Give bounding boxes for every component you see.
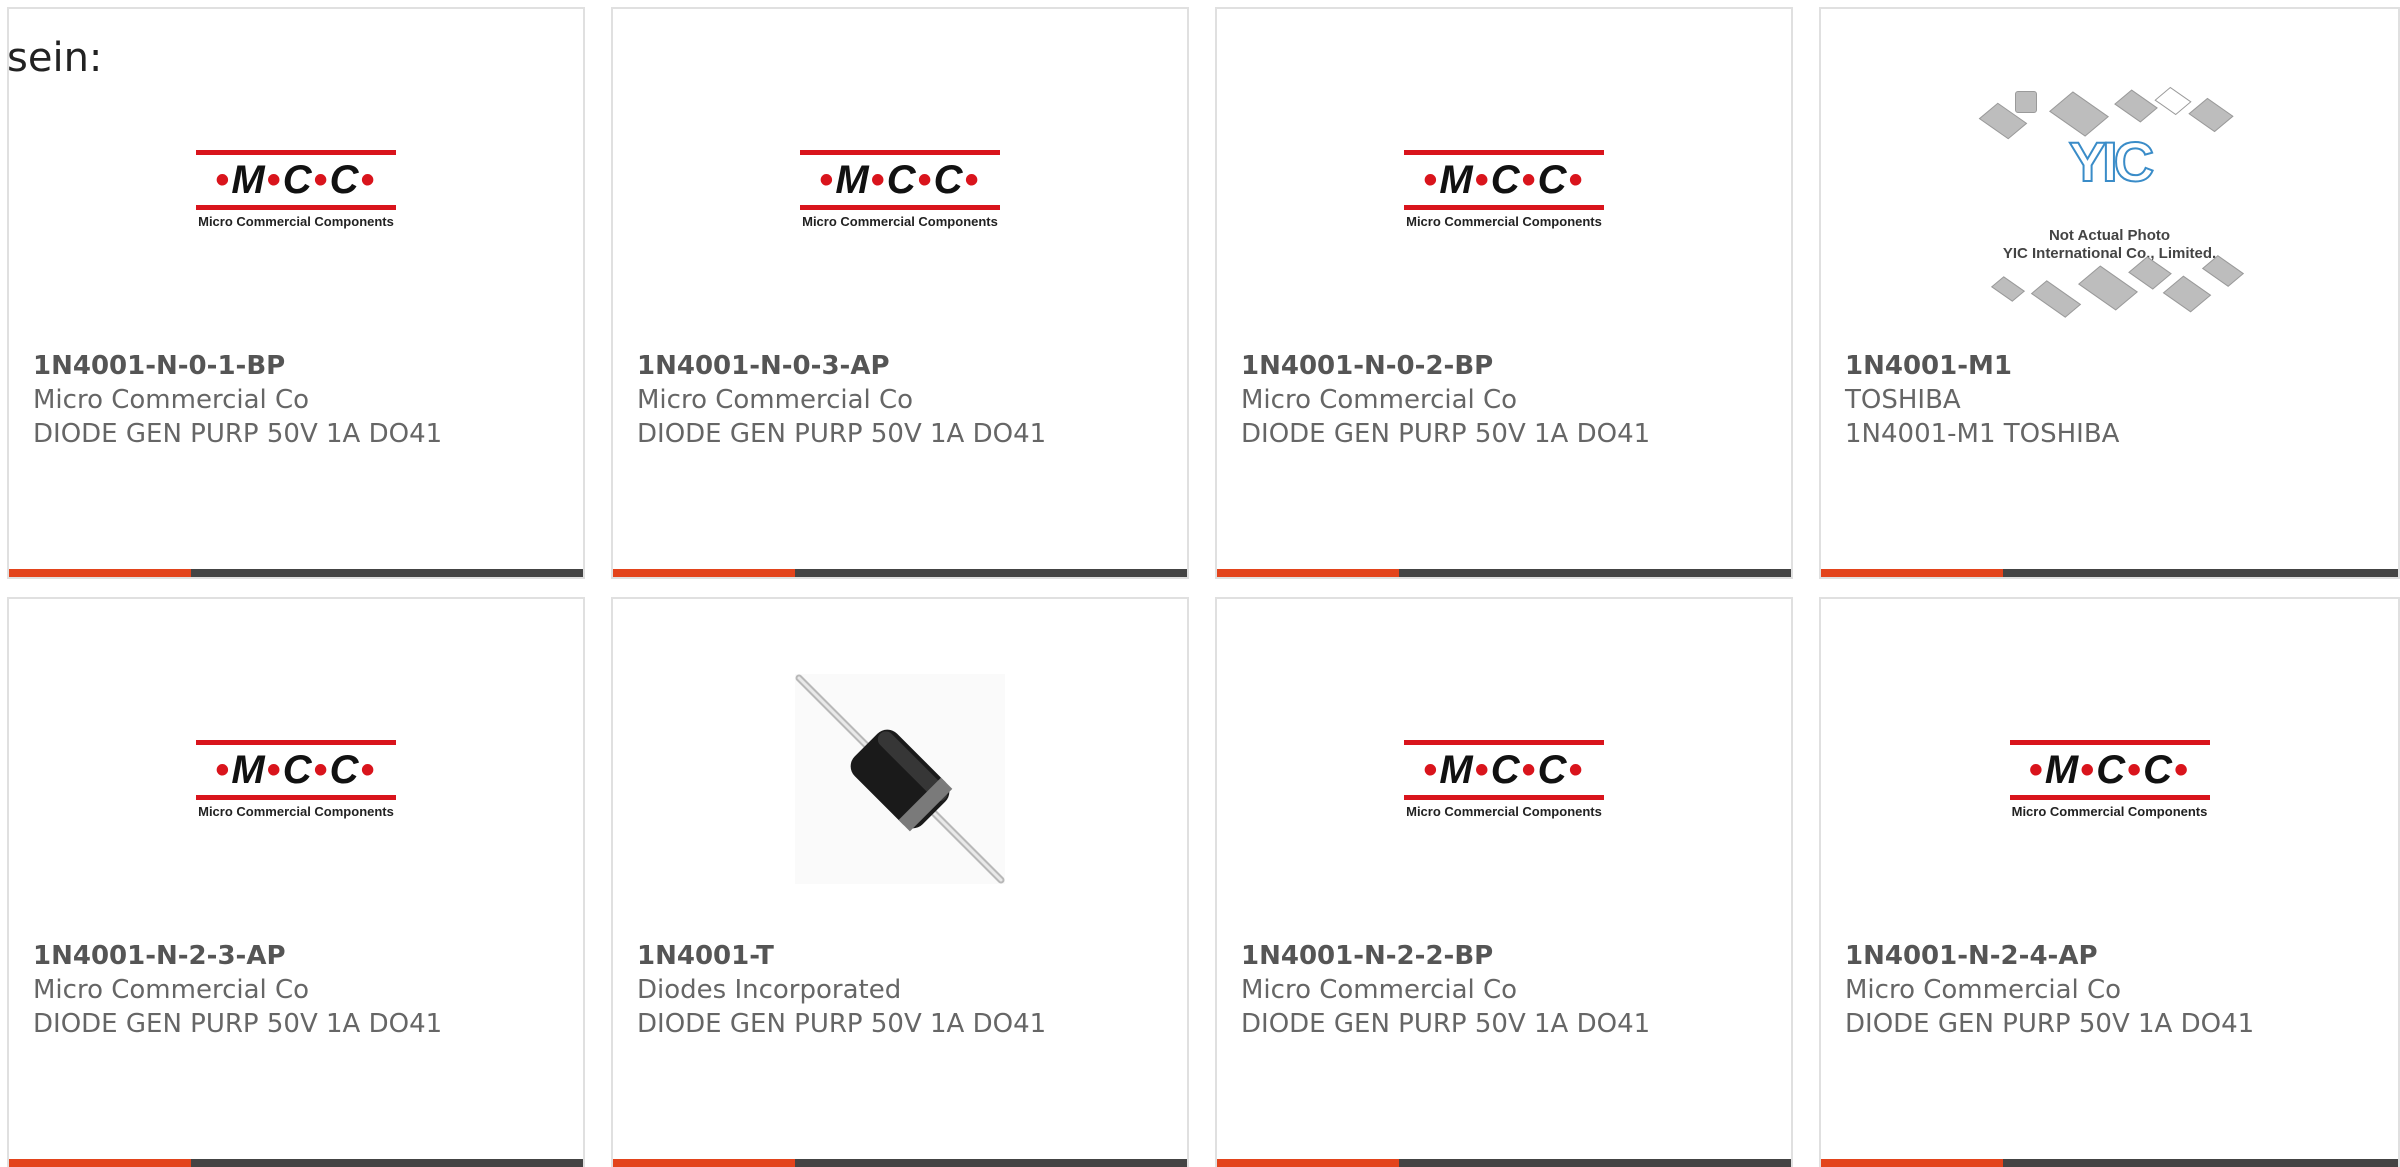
part-number-link[interactable]: 1N4001-M1 [1845,349,2378,383]
manufacturer: TOSHIBA [1845,385,1961,415]
card-footer-bar [613,1159,1187,1167]
product-card[interactable]: 1N4001-T Diodes Incorporated DIODE GEN P… [611,597,1189,1167]
product-card[interactable]: •M•C•C• Micro Commercial Components 1N40… [7,7,585,579]
product-image[interactable]: •M•C•C• Micro Commercial Components [1821,659,2398,899]
product-card[interactable]: YIC Not Actual Photo YIC International C… [1819,7,2400,579]
product-image[interactable]: YIC Not Actual Photo YIC International C… [1821,86,2398,329]
description: DIODE GEN PURP 50V 1A DO41 [1241,1009,1651,1039]
mcc-logo: •M•C•C• Micro Commercial Components [196,739,396,819]
product-image[interactable]: •M•C•C• Micro Commercial Components [613,69,1187,309]
mcc-logo-tagline: Micro Commercial Components [1406,213,1602,229]
yic-logo-mark: YIC [2068,129,2155,194]
product-info: 1N4001-N-2-4-AP Micro Commercial Co DIOD… [1845,939,2378,1041]
mcc-logo: •M•C•C• Micro Commercial Components [800,149,1000,229]
mcc-logo-tagline: Micro Commercial Components [802,213,998,229]
card-footer-bar [1217,569,1791,577]
part-number-link[interactable]: 1N4001-N-2-4-AP [1845,939,2378,973]
product-card[interactable]: •M•C•C• Micro Commercial Components 1N40… [1215,7,1793,579]
card-footer-bar [9,569,583,577]
part-number-link[interactable]: 1N4001-N-0-1-BP [33,349,563,383]
product-info: 1N4001-N-0-2-BP Micro Commercial Co DIOD… [1241,349,1771,451]
mcc-logo-mark: •M•C•C• [819,157,981,202]
mcc-logo: •M•C•C• Micro Commercial Components [2009,739,2210,819]
product-grid: •M•C•C• Micro Commercial Components 1N40… [7,7,2400,1167]
yic-placeholder-image: YIC Not Actual Photo YIC International C… [1975,86,2245,329]
description: DIODE GEN PURP 50V 1A DO41 [1241,419,1651,449]
diode-icon [795,674,1005,884]
product-image[interactable]: •M•C•C• Micro Commercial Components [1217,659,1791,899]
manufacturer: Micro Commercial Co [1241,975,1518,1005]
card-footer-bar [1217,1159,1791,1167]
part-number-link[interactable]: 1N4001-N-0-3-AP [637,349,1167,383]
product-image[interactable]: •M•C•C• Micro Commercial Components [1217,69,1791,309]
product-info: 1N4001-M1 TOSHIBA 1N4001-M1 TOSHIBA [1845,349,2378,451]
manufacturer: Micro Commercial Co [1845,975,2122,1005]
description: DIODE GEN PURP 50V 1A DO41 [33,419,443,449]
product-card[interactable]: •M•C•C• Micro Commercial Components 1N40… [1215,597,1793,1167]
mcc-logo: •M•C•C• Micro Commercial Components [196,149,396,229]
part-number-link[interactable]: 1N4001-T [637,939,1167,973]
mcc-logo-mark: •M•C•C• [1423,747,1585,792]
leading-text: sein: [7,35,103,81]
manufacturer: Micro Commercial Co [33,975,310,1005]
manufacturer: Diodes Incorporated [637,975,902,1005]
mcc-logo-tagline: Micro Commercial Components [2011,803,2208,819]
mcc-logo-tagline: Micro Commercial Components [198,803,394,819]
product-info: 1N4001-N-2-3-AP Micro Commercial Co DIOD… [33,939,563,1041]
description: DIODE GEN PURP 50V 1A DO41 [637,1009,1047,1039]
mcc-logo-tagline: Micro Commercial Components [198,213,394,229]
product-image[interactable]: •M•C•C• Micro Commercial Components [9,659,583,899]
product-info: 1N4001-N-0-1-BP Micro Commercial Co DIOD… [33,349,563,451]
product-card[interactable]: •M•C•C• Micro Commercial Components 1N40… [611,7,1189,579]
manufacturer: Micro Commercial Co [1241,385,1518,415]
mcc-logo-mark: •M•C•C• [215,157,377,202]
mcc-logo-mark: •M•C•C• [1423,157,1585,202]
product-image[interactable]: •M•C•C• Micro Commercial Components [9,69,583,309]
diode-photo [795,674,1005,884]
card-footer-bar [613,569,1187,577]
manufacturer: Micro Commercial Co [637,385,914,415]
description: 1N4001-M1 TOSHIBA [1845,419,2120,449]
product-card[interactable]: •M•C•C• Micro Commercial Components 1N40… [1819,597,2400,1167]
card-footer-bar [9,1159,583,1167]
mcc-logo-mark: •M•C•C• [215,747,377,792]
part-number-link[interactable]: 1N4001-N-0-2-BP [1241,349,1771,383]
mcc-logo-mark: •M•C•C• [2028,747,2191,792]
card-footer-bar [1821,1159,2398,1167]
part-number-link[interactable]: 1N4001-N-2-2-BP [1241,939,1771,973]
yic-caption: Not Actual Photo YIC International Co., … [2002,227,2217,262]
product-card[interactable]: •M•C•C• Micro Commercial Components 1N40… [7,597,585,1167]
mcc-logo: •M•C•C• Micro Commercial Components [1404,739,1604,819]
description: DIODE GEN PURP 50V 1A DO41 [637,419,1047,449]
product-image[interactable] [613,659,1187,899]
card-footer-bar [1821,569,2398,577]
manufacturer: Micro Commercial Co [33,385,310,415]
product-info: 1N4001-N-0-3-AP Micro Commercial Co DIOD… [637,349,1167,451]
product-info: 1N4001-T Diodes Incorporated DIODE GEN P… [637,939,1167,1041]
description: DIODE GEN PURP 50V 1A DO41 [33,1009,443,1039]
part-number-link[interactable]: 1N4001-N-2-3-AP [33,939,563,973]
description: DIODE GEN PURP 50V 1A DO41 [1845,1009,2255,1039]
mcc-logo-tagline: Micro Commercial Components [1406,803,1602,819]
product-info: 1N4001-N-2-2-BP Micro Commercial Co DIOD… [1241,939,1771,1041]
mcc-logo: •M•C•C• Micro Commercial Components [1404,149,1604,229]
